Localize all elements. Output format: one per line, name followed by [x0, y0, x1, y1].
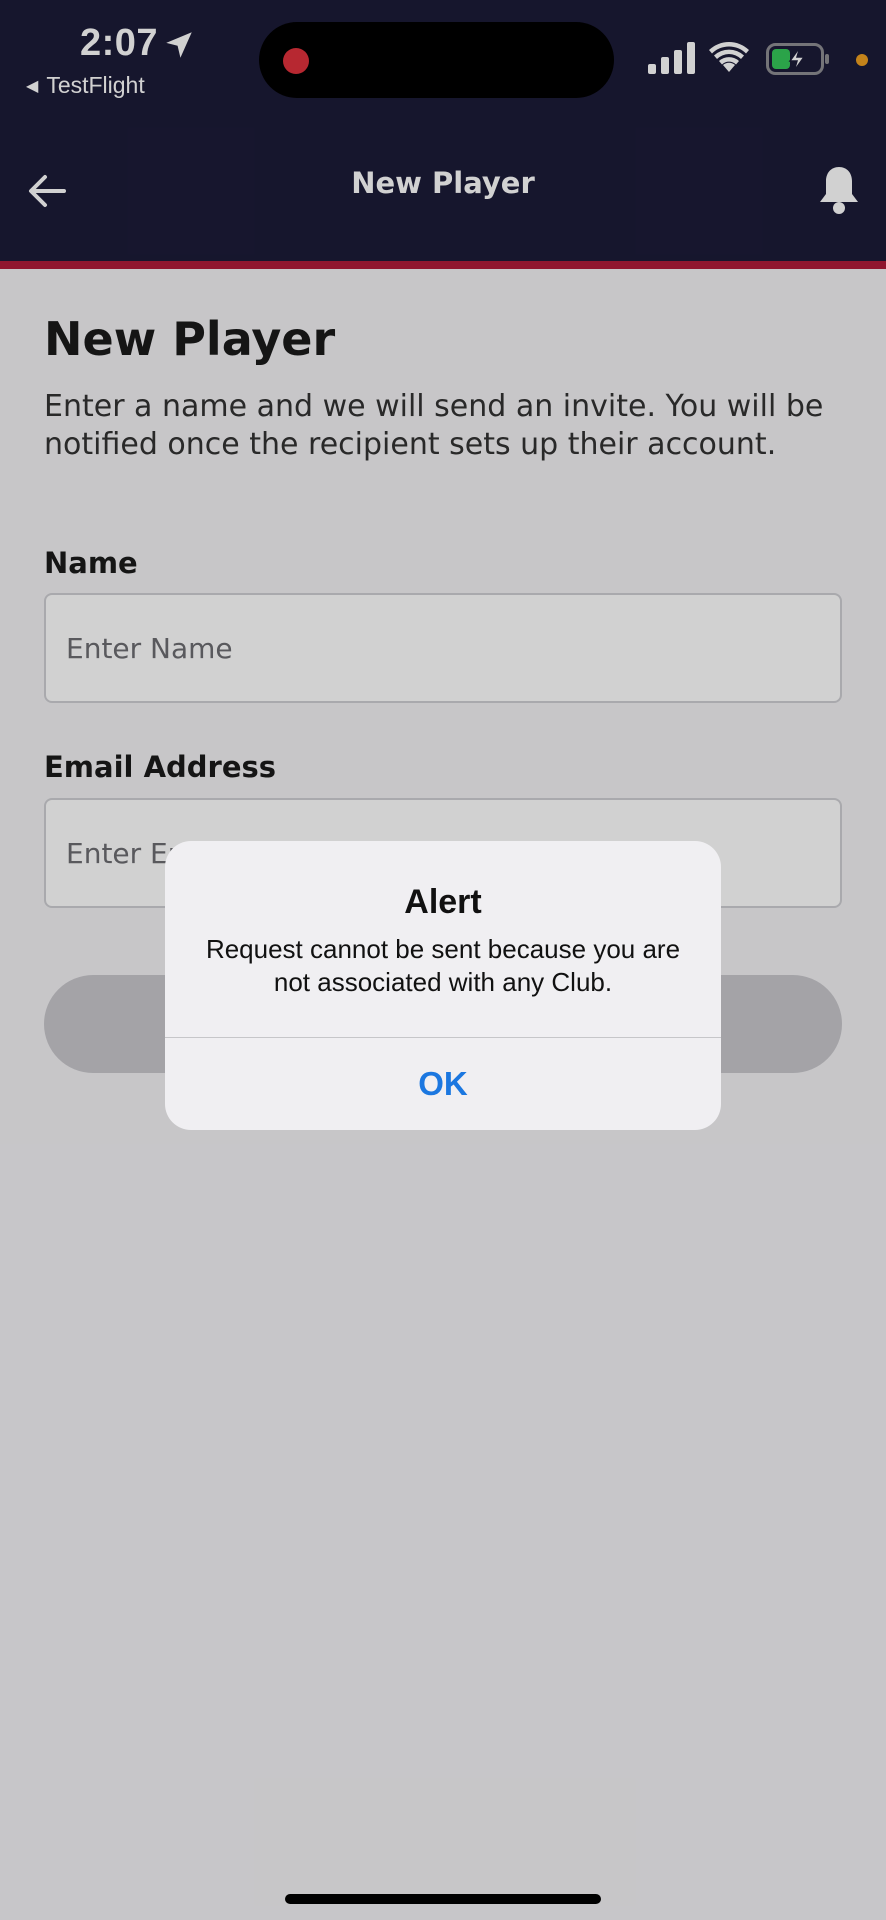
home-indicator[interactable]	[285, 1894, 601, 1904]
alert-message: Request cannot be sent because you are n…	[205, 934, 681, 997]
alert-dialog: Alert Request cannot be sent because you…	[165, 841, 721, 1130]
alert-ok-button[interactable]: OK	[165, 1038, 721, 1130]
alert-title: Alert	[404, 883, 482, 921]
